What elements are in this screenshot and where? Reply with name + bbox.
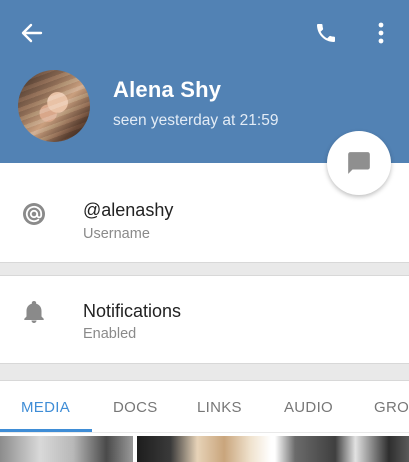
tab-media[interactable]: MEDIA	[21, 399, 70, 416]
media-grid	[0, 433, 409, 462]
notifications-title: Notifications	[83, 301, 182, 321]
notifications-row[interactable]: Notifications Enabled	[0, 275, 409, 364]
active-tab-indicator	[0, 429, 92, 432]
tab-links[interactable]: LINKS	[197, 399, 242, 416]
notifications-value: Enabled	[83, 326, 137, 342]
username-label: Username	[83, 226, 150, 242]
profile-name: Alena Shy	[113, 77, 222, 102]
media-thumbnail[interactable]	[0, 436, 133, 462]
back-button[interactable]	[14, 16, 50, 50]
phone-icon	[317, 24, 335, 42]
at-sign-icon	[20, 200, 48, 228]
avatar[interactable]	[18, 70, 90, 142]
tab-docs[interactable]: DOCS	[113, 399, 158, 416]
send-message-button[interactable]	[327, 131, 391, 195]
profile-screen: Alena Shy seen yesterday at 21:59 @alena…	[0, 0, 409, 462]
arrow-left-icon	[21, 23, 43, 43]
media-thumbnail[interactable]	[275, 436, 409, 462]
shared-media-tabs: MEDIA DOCS LINKS AUDIO GROU	[0, 380, 409, 432]
bell-icon	[20, 298, 48, 326]
more-options-button[interactable]	[364, 16, 398, 50]
tab-audio[interactable]: AUDIO	[284, 399, 333, 416]
last-seen-status: seen yesterday at 21:59	[113, 112, 279, 129]
more-vertical-icon	[378, 22, 384, 44]
call-button[interactable]	[308, 16, 344, 50]
media-thumbnail[interactable]	[137, 436, 271, 462]
tab-groups[interactable]: GROU	[374, 399, 409, 416]
message-icon	[348, 152, 370, 174]
username-value: @alenashy	[83, 200, 174, 220]
